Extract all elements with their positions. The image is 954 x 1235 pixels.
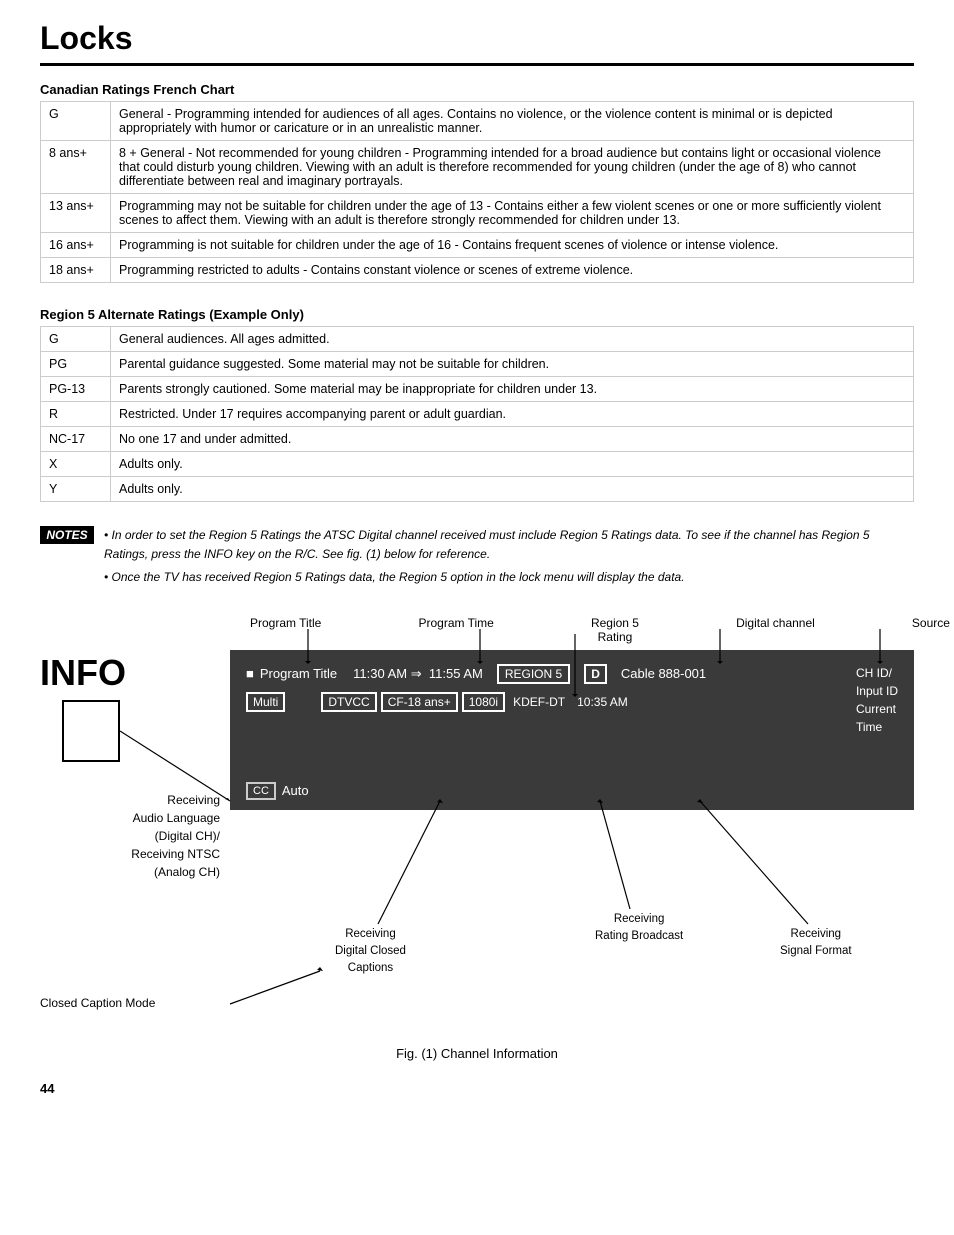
page-title: Locks — [40, 20, 914, 66]
description-cell: Adults only. — [111, 477, 914, 502]
region5-section-title: Region 5 Alternate Ratings (Example Only… — [40, 307, 914, 322]
table-row: RRestricted. Under 17 requires accompany… — [41, 402, 914, 427]
diagram-container: Program Title Program Time Region 5Ratin… — [40, 616, 914, 1036]
rating-cell: PG-13 — [41, 377, 111, 402]
table-row: 18 ans+Programming restricted to adults … — [41, 258, 914, 283]
cc-box: CC — [246, 782, 276, 800]
rating-cell: Y — [41, 477, 111, 502]
time-display: 11:30 AM ⇒ 11:55 AM — [353, 666, 483, 682]
rating-cell: 18 ans+ — [41, 258, 111, 283]
table-row: GGeneral audiences. All ages admitted. — [41, 327, 914, 352]
label-program-title: Program Title — [250, 616, 321, 644]
table-row: PG-13Parents strongly cautioned. Some ma… — [41, 377, 914, 402]
table-row: XAdults only. — [41, 452, 914, 477]
notes-block: NOTES • In order to set the Region 5 Rat… — [40, 526, 914, 592]
rating-cell: 13 ans+ — [41, 194, 111, 233]
description-cell: Programming restricted to adults - Conta… — [111, 258, 914, 283]
label-source: Source — [912, 616, 950, 644]
rating-cell: NC-17 — [41, 427, 111, 452]
label-rating-broadcast: ReceivingRating Broadcast — [595, 911, 683, 946]
description-cell: Programming is not suitable for children… — [111, 233, 914, 258]
region5-box: REGION 5 — [497, 664, 570, 684]
rating-cell: PG — [41, 352, 111, 377]
description-cell: No one 17 and under admitted. — [111, 427, 914, 452]
page-number: 44 — [40, 1081, 914, 1096]
rating-cell: 8 ans+ — [41, 141, 111, 194]
rating-cell: R — [41, 402, 111, 427]
table-row: PGParental guidance suggested. Some mate… — [41, 352, 914, 377]
label-signal-format: ReceivingSignal Format — [780, 926, 852, 961]
ch-id-label: CH ID/Input IDCurrentTime — [856, 664, 898, 736]
rating-cell: G — [41, 327, 111, 352]
label-digital-channel: Digital channel — [736, 616, 815, 644]
notes-label: NOTES — [40, 526, 94, 544]
kdef-display: KDEF-DT — [513, 695, 565, 709]
description-cell: General audiences. All ages admitted. — [111, 327, 914, 352]
program-title-marker: ■ — [246, 666, 254, 681]
label-digital-closed-captions: ReceivingDigital ClosedCaptions — [335, 926, 406, 978]
description-cell: Parental guidance suggested. Some materi… — [111, 352, 914, 377]
rating-cell: X — [41, 452, 111, 477]
note-bullet: • Once the TV has received Region 5 Rati… — [104, 568, 914, 587]
region5-section: Region 5 Alternate Ratings (Example Only… — [40, 307, 914, 502]
cable-display: Cable 888-001 — [621, 666, 706, 681]
cf-box: CF-18 ans+ — [381, 692, 458, 712]
description-cell: 8 + General - Not recommended for young … — [111, 141, 914, 194]
note-bullet: • In order to set the Region 5 Ratings t… — [104, 526, 914, 564]
table-row: YAdults only. — [41, 477, 914, 502]
fig-caption: Fig. (1) Channel Information — [40, 1046, 914, 1061]
auto-label: Auto — [282, 783, 309, 798]
tv-bottom-row: CC Auto — [246, 782, 898, 800]
left-side-label: ReceivingAudio Language(Digital CH)/Rece… — [40, 791, 220, 881]
program-title-text: Program Title — [260, 666, 337, 681]
label-region5-rating: Region 5Rating — [591, 616, 639, 644]
dtvcc-box: DTVCC — [321, 692, 376, 712]
canadian-section: Canadian Ratings French Chart GGeneral -… — [40, 82, 914, 283]
d-box: D — [584, 664, 607, 684]
tv-row2: Multi DTVCC CF-18 ans+ 1080i KDEF-DT 10:… — [246, 692, 898, 712]
description-cell: Programming may not be suitable for chil… — [111, 194, 914, 233]
info-box — [62, 700, 120, 762]
description-cell: General - Programming intended for audie… — [111, 102, 914, 141]
table-row: GGeneral - Programming intended for audi… — [41, 102, 914, 141]
closed-caption-mode-label: Closed Caption Mode — [40, 996, 155, 1010]
info-big-label: INFO — [40, 652, 126, 694]
rating-cell: 16 ans+ — [41, 233, 111, 258]
table-row: 16 ans+Programming is not suitable for c… — [41, 233, 914, 258]
time2-display: 10:35 AM — [577, 695, 628, 709]
table-row: NC-17No one 17 and under admitted. — [41, 427, 914, 452]
canadian-section-title: Canadian Ratings French Chart — [40, 82, 914, 97]
resolution-box: 1080i — [462, 692, 505, 712]
notes-content: • In order to set the Region 5 Ratings t… — [104, 526, 914, 592]
description-cell: Restricted. Under 17 requires accompanyi… — [111, 402, 914, 427]
tv-row1: ■ Program Title 11:30 AM ⇒ 11:55 AM REGI… — [246, 664, 898, 684]
table-row: 8 ans+8 + General - Not recommended for … — [41, 141, 914, 194]
description-cell: Adults only. — [111, 452, 914, 477]
rating-cell: G — [41, 102, 111, 141]
tv-screen: ■ Program Title 11:30 AM ⇒ 11:55 AM REGI… — [230, 650, 914, 810]
label-program-time: Program Time — [418, 616, 493, 644]
top-labels-row: Program Title Program Time Region 5Ratin… — [230, 616, 954, 644]
canadian-table: GGeneral - Programming intended for audi… — [40, 101, 914, 283]
description-cell: Parents strongly cautioned. Some materia… — [111, 377, 914, 402]
multi-box: Multi — [246, 692, 285, 712]
table-row: 13 ans+Programming may not be suitable f… — [41, 194, 914, 233]
region5-table: GGeneral audiences. All ages admitted.PG… — [40, 326, 914, 502]
